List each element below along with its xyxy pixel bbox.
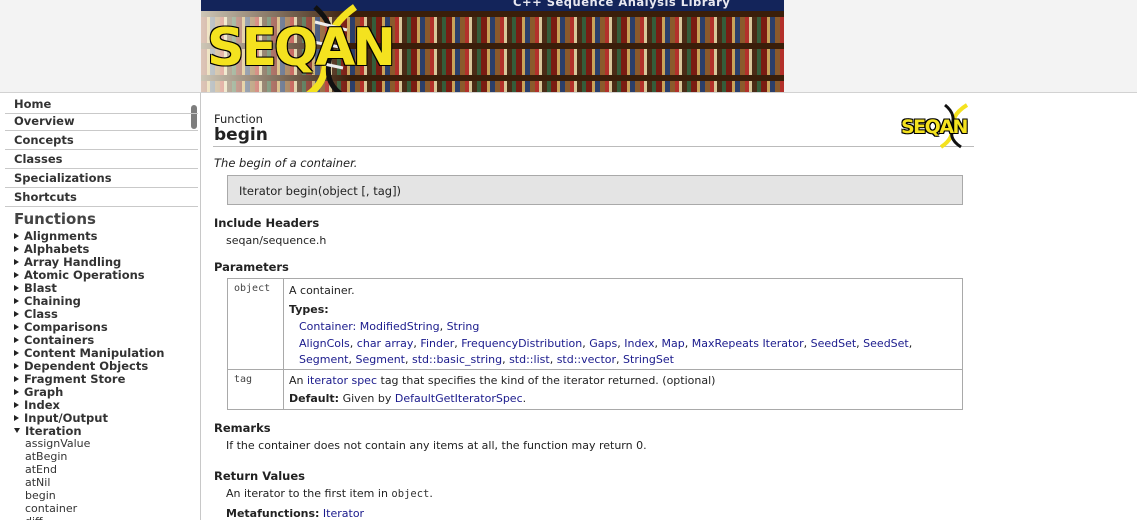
type-link[interactable]: AlignCols [299,337,350,350]
sidebar-function-link[interactable]: container [25,502,77,515]
category-item[interactable]: Containers [14,333,94,347]
expand-triangle-icon [14,415,19,421]
nav-overview[interactable]: Overview [5,112,198,131]
expand-triangle-icon [14,233,19,239]
type-link[interactable]: Segment [299,353,349,366]
expand-triangle-icon [14,324,19,330]
category-item-iteration[interactable]: Iteration [14,424,82,438]
param-types-line: Segment, Segment, std::basic_string, std… [299,353,674,366]
category-item[interactable]: Index [14,398,60,412]
param-name-object: object [234,283,271,294]
return-values-heading: Return Values [214,469,306,483]
metafunctions-line: Metafunctions: Iterator [226,507,365,520]
sidebar-function-link[interactable]: assignValue [25,437,90,450]
remarks-heading: Remarks [214,421,271,435]
expand-triangle-icon [14,350,19,356]
seqan-logo[interactable]: SEQAN [207,18,396,78]
category-item[interactable]: Dependent Objects [14,359,148,373]
title-divider [213,146,974,147]
expand-triangle-icon [14,298,19,304]
type-link[interactable]: Finder [420,337,454,350]
banner-image: C++ Sequence Analysis Library SEQAN [201,0,784,92]
expand-triangle-icon [14,337,19,343]
expand-triangle-icon [14,402,19,408]
collapse-triangle-icon [14,428,20,433]
sidebar: Home Overview Concepts Classes Specializ… [0,93,201,520]
page-title: begin [214,125,268,145]
include-header-value: seqan/sequence.h [226,234,327,247]
param-name-tag: tag [234,374,253,385]
category-item[interactable]: Fragment Store [14,372,125,386]
sidebar-function-link[interactable]: begin [25,489,56,502]
type-link[interactable]: Index [624,337,654,350]
expand-triangle-icon [14,389,19,395]
param-default-tag: Default: Given by DefaultGetIteratorSpec… [289,392,527,405]
param-types-label: Types: [289,303,329,316]
signature-text: Iterator begin(object [, tag]) [239,184,402,198]
type-link[interactable]: StringSet [623,353,674,366]
type-link[interactable]: std::basic_string [412,353,502,366]
header-bar: C++ Sequence Analysis Library SEQAN [0,0,1137,93]
nav-concepts[interactable]: Concepts [5,131,198,150]
expand-triangle-icon [14,376,19,382]
type-link[interactable]: ModifiedString [360,320,440,333]
category-item[interactable]: Content Manipulation [14,346,165,360]
param-desc-object: A container. [289,284,355,297]
default-iterator-spec-link[interactable]: DefaultGetIteratorSpec [395,392,523,405]
category-item[interactable]: Class [14,307,58,321]
iterator-metafunction-link[interactable]: Iterator [323,507,364,520]
type-link[interactable]: String [447,320,480,333]
category-item[interactable]: Graph [14,385,63,399]
expand-triangle-icon [14,272,19,278]
category-item[interactable]: Atomic Operations [14,268,145,282]
param-types-line: Container: ModifiedString, String [299,320,480,333]
category-item[interactable]: Comparisons [14,320,108,334]
sidebar-function-link[interactable]: atBegin [25,450,67,463]
category-item[interactable]: Chaining [14,294,81,308]
type-link[interactable]: Container: [299,320,356,333]
type-link[interactable]: FrequencyDistribution [461,337,582,350]
type-link[interactable]: std::vector [557,353,616,366]
type-link[interactable]: SeedSet [863,337,909,350]
seqan-small-logo: SEQAN [901,103,976,149]
remarks-text: If the container does not contain any it… [226,439,647,452]
return-values-text: An iterator to the first item in object. [226,487,433,500]
category-item[interactable]: Array Handling [14,255,121,269]
parameters-heading: Parameters [214,260,289,274]
type-link[interactable]: Segment [356,353,406,366]
expand-triangle-icon [14,285,19,291]
type-link[interactable]: MaxRepeats Iterator [692,337,804,350]
signature-box: Iterator begin(object [, tag]) [227,175,963,205]
param-desc-tag: An iterator spec tag that specifies the … [289,374,716,387]
expand-triangle-icon [14,246,19,252]
function-description: The begin of a container. [214,156,358,170]
main-content: Function begin SEQAN The begin of a cont… [201,93,1137,520]
nav-shortcuts[interactable]: Shortcuts [5,188,198,207]
expand-triangle-icon [14,259,19,265]
expand-triangle-icon [14,311,19,317]
functions-heading: Functions [14,210,96,228]
type-link[interactable]: Map [662,337,685,350]
sidebar-function-link[interactable]: atNil [25,476,50,489]
nav-specializations[interactable]: Specializations [5,169,198,188]
category-item[interactable]: Alphabets [14,242,89,256]
entity-kind: Function [214,112,263,126]
param-types-line: AlignCols, char array, Finder, Frequency… [299,337,913,350]
iterator-spec-link[interactable]: iterator spec [307,374,377,387]
nav-classes[interactable]: Classes [5,150,198,169]
include-headers-heading: Include Headers [214,216,320,230]
category-item[interactable]: Input/Output [14,411,108,425]
sidebar-function-link[interactable]: diff [25,515,43,520]
type-link[interactable]: char array [357,337,414,350]
category-item[interactable]: Blast [14,281,57,295]
category-item[interactable]: Alignments [14,229,98,243]
type-link[interactable]: SeedSet [811,337,857,350]
small-logo-text: SEQAN [901,116,968,138]
banner-strip-text: C++ Sequence Analysis Library [513,0,731,9]
type-link[interactable]: Gaps [589,337,617,350]
sidebar-function-link[interactable]: atEnd [25,463,57,476]
expand-triangle-icon [14,363,19,369]
type-link[interactable]: std::list [509,353,550,366]
parameters-table: object A container. Types: Container: Mo… [227,278,963,410]
